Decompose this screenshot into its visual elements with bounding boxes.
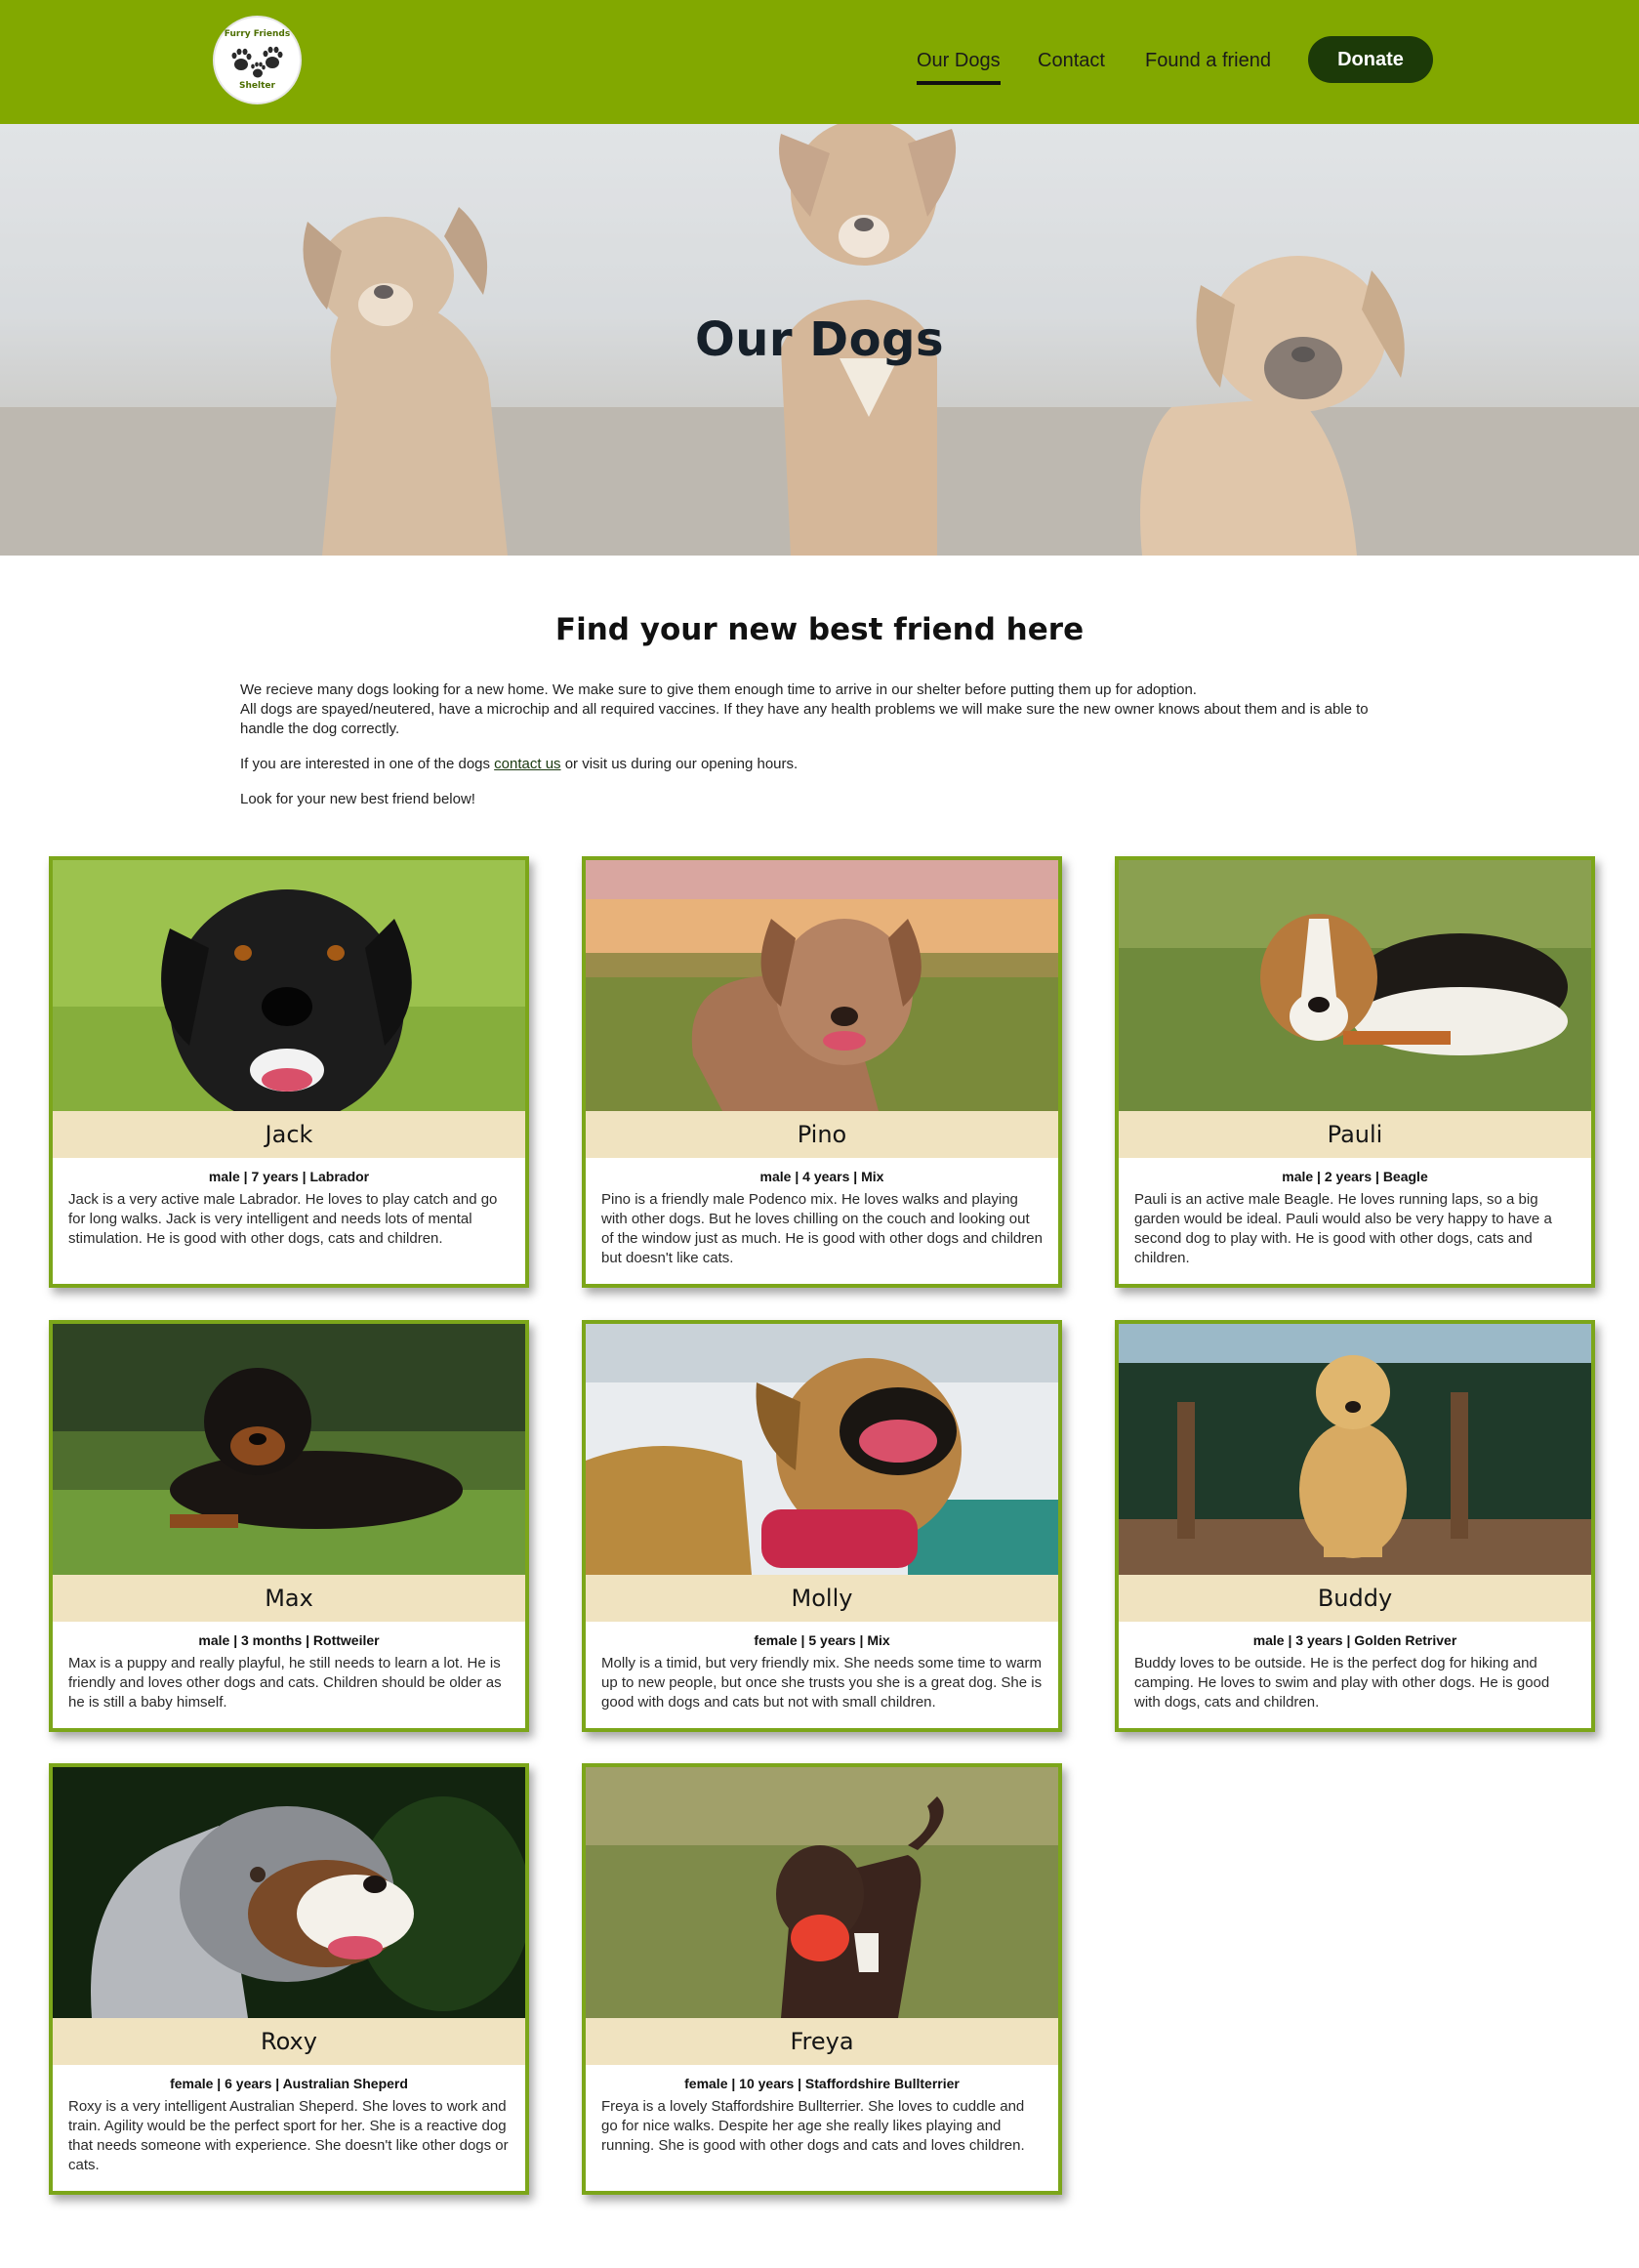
dog-photo-roxy bbox=[53, 1767, 525, 2018]
dog-card-freya[interactable]: Freya female | 10 years | Staffordshire … bbox=[582, 1763, 1062, 2195]
dog-card-molly[interactable]: Molly female | 5 years | Mix Molly is a … bbox=[582, 1320, 1062, 1732]
dog-photo-buddy bbox=[1119, 1324, 1591, 1575]
dog-meta: female | 6 years | Australian Sheperd bbox=[170, 2076, 408, 2091]
dog-description: Molly is a timid, but very friendly mix.… bbox=[601, 1655, 1043, 1711]
dog-name: Roxy bbox=[53, 2018, 525, 2065]
dog-card-buddy[interactable]: Buddy male | 3 years | Golden Retriver B… bbox=[1115, 1320, 1595, 1732]
dog-name: Jack bbox=[53, 1111, 525, 1158]
dog-photo-max bbox=[53, 1324, 525, 1575]
dog-description: Pauli is an active male Beagle. He loves… bbox=[1134, 1191, 1552, 1266]
contact-us-link[interactable]: contact us bbox=[494, 756, 560, 772]
intro-paragraph-1-line-2: All dogs are spayed/neutered, have a mic… bbox=[240, 701, 1369, 737]
dog-photo-freya bbox=[586, 1767, 1058, 2018]
dog-photo-jack bbox=[53, 860, 525, 1111]
intro-paragraph-1-line-1: We recieve many dogs looking for a new h… bbox=[240, 681, 1197, 698]
intro-paragraph-2-after: or visit us during our opening hours. bbox=[560, 756, 799, 772]
dog-meta: male | 7 years | Labrador bbox=[208, 1169, 370, 1184]
dog-meta: female | 10 years | Staffordshire Bullte… bbox=[684, 2076, 960, 2091]
dog-meta: male | 4 years | Mix bbox=[759, 1169, 884, 1184]
dog-description: Pino is a friendly male Podenco mix. He … bbox=[601, 1191, 1043, 1266]
dog-description: Freya is a lovely Staffordshire Bullterr… bbox=[601, 2098, 1025, 2154]
dog-description: Max is a puppy and really playful, he st… bbox=[68, 1655, 502, 1711]
dog-meta: female | 5 years | Mix bbox=[754, 1632, 890, 1648]
dog-name: Buddy bbox=[1119, 1575, 1591, 1622]
dog-card-pino[interactable]: Pino male | 4 years | Mix Pino is a frie… bbox=[582, 856, 1062, 1288]
dog-name: Pino bbox=[586, 1111, 1058, 1158]
dog-photo-molly bbox=[586, 1324, 1058, 1575]
intro-text: We recieve many dogs looking for a new h… bbox=[240, 680, 1412, 825]
intro-paragraph-1: We recieve many dogs looking for a new h… bbox=[240, 680, 1412, 739]
dog-meta: male | 3 years | Golden Retriver bbox=[1252, 1632, 1457, 1648]
intro-paragraph-2: If you are interested in one of the dogs… bbox=[240, 755, 1412, 774]
dog-name: Max bbox=[53, 1575, 525, 1622]
dog-card-pauli[interactable]: Pauli male | 2 years | Beagle Pauli is a… bbox=[1115, 856, 1595, 1288]
dog-card-jack[interactable]: Jack male | 7 years | Labrador Jack is a… bbox=[49, 856, 529, 1288]
site-header: Furry Friends Shelter Our Dogs Contact F… bbox=[0, 0, 1639, 124]
dog-name: Molly bbox=[586, 1575, 1058, 1622]
dog-description: Buddy loves to be outside. He is the per… bbox=[1134, 1655, 1550, 1711]
intro-paragraph-2-before: If you are interested in one of the dogs bbox=[240, 756, 495, 772]
dog-card-max[interactable]: Max male | 3 months | Rottweiler Max is … bbox=[49, 1320, 529, 1732]
dog-card-roxy[interactable]: Roxy female | 6 years | Australian Shepe… bbox=[49, 1763, 529, 2195]
page-title: Our Dogs bbox=[694, 312, 945, 367]
intro-paragraph-3: Look for your new best friend below! bbox=[240, 791, 475, 807]
main-nav: Our Dogs Contact Found a friend Donate bbox=[0, 0, 1639, 124]
dog-meta: male | 2 years | Beagle bbox=[1282, 1169, 1428, 1184]
dog-description: Roxy is a very intelligent Australian Sh… bbox=[68, 2098, 509, 2173]
nav-our-dogs[interactable]: Our Dogs bbox=[917, 46, 1001, 85]
donate-button[interactable]: Donate bbox=[1308, 36, 1433, 83]
nav-found-a-friend[interactable]: Found a friend bbox=[1145, 46, 1271, 75]
dog-name: Pauli bbox=[1119, 1111, 1591, 1158]
dog-description: Jack is a very active male Labrador. He … bbox=[68, 1191, 498, 1247]
nav-contact[interactable]: Contact bbox=[1038, 46, 1105, 75]
dog-photo-pino bbox=[586, 860, 1058, 1111]
hero-banner: Our Dogs bbox=[0, 124, 1639, 556]
dog-meta: male | 3 months | Rottweiler bbox=[198, 1632, 380, 1648]
dog-name: Freya bbox=[586, 2018, 1058, 2065]
dog-photo-pauli bbox=[1119, 860, 1591, 1111]
intro-heading: Find your new best friend here bbox=[554, 612, 1085, 647]
